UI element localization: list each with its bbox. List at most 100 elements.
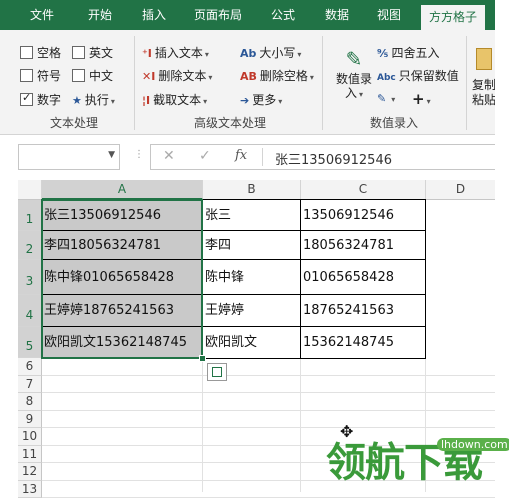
chevron-down-icon: ▾ bbox=[208, 73, 212, 82]
row-header[interactable]: 13 bbox=[18, 481, 42, 498]
chevron-down-icon: ▾ bbox=[359, 90, 363, 99]
insert-function-icon[interactable]: fx bbox=[235, 148, 247, 163]
row-header[interactable]: 7 bbox=[18, 376, 42, 394]
column-header-a[interactable]: A bbox=[42, 180, 203, 200]
checkbox-label: 数字 bbox=[37, 93, 61, 107]
table-cell[interactable]: 18056324781 bbox=[301, 231, 425, 260]
execute-button[interactable]: ★执行▾ bbox=[72, 91, 115, 108]
tab-insert[interactable]: 插入 bbox=[142, 0, 166, 30]
keep-values-button[interactable]: Abc只保留数值 bbox=[377, 67, 459, 84]
checkbox-icon bbox=[20, 69, 33, 82]
checkbox-english[interactable]: 英文 bbox=[72, 44, 113, 61]
table-cell[interactable] bbox=[426, 200, 495, 231]
tab-page-layout[interactable]: 页面布局 bbox=[194, 0, 242, 30]
table-cell[interactable]: 15362148745 bbox=[301, 327, 425, 358]
cell-border bbox=[300, 199, 301, 358]
checkbox-symbol[interactable]: 符号 bbox=[20, 67, 61, 84]
tab-view[interactable]: 视图 bbox=[377, 0, 401, 30]
enter-icon[interactable]: ✓ bbox=[199, 148, 211, 164]
checkbox-number[interactable]: 数字 bbox=[20, 91, 61, 108]
row-header[interactable]: 9 bbox=[18, 411, 42, 429]
quick-analysis-button[interactable] bbox=[207, 363, 227, 381]
table-cell[interactable] bbox=[426, 231, 495, 260]
insert-text-button[interactable]: ⁺I插入文本▾ bbox=[142, 44, 209, 61]
table-cell[interactable]: 18765241563 bbox=[301, 295, 425, 327]
case-button[interactable]: Ab大小写▾ bbox=[240, 44, 301, 61]
clipboard-icon bbox=[476, 48, 492, 70]
cell-border bbox=[42, 326, 202, 327]
fill-handle[interactable] bbox=[199, 355, 206, 362]
row-header[interactable]: 1 bbox=[18, 200, 42, 231]
row-header[interactable]: 6 bbox=[18, 358, 42, 376]
name-box[interactable]: ▼ bbox=[18, 144, 120, 170]
table-cell[interactable]: 张三 bbox=[203, 200, 300, 231]
table-cell[interactable]: 01065658428 bbox=[301, 260, 425, 295]
extract-text-icon: ¦I bbox=[142, 94, 150, 107]
formula-input[interactable]: 张三13506912546 bbox=[275, 149, 392, 168]
tab-file[interactable]: 文件 bbox=[30, 0, 54, 30]
cell-border bbox=[42, 259, 202, 260]
table-cell[interactable]: 欧阳凯文 bbox=[203, 327, 300, 358]
table-cell[interactable]: 王婷婷 bbox=[203, 295, 300, 327]
row-header[interactable]: 4 bbox=[18, 295, 42, 327]
more-button[interactable]: ➔更多▾ bbox=[240, 91, 282, 108]
delete-space-button[interactable]: AB删除空格▾ bbox=[240, 67, 314, 84]
tab-home[interactable]: 开始 bbox=[88, 0, 112, 30]
group-divider bbox=[322, 36, 323, 130]
tab-fangfang-gezi[interactable]: 方方格子 bbox=[421, 5, 485, 30]
chevron-down-icon: ▾ bbox=[310, 73, 314, 82]
row-header[interactable]: 5 bbox=[18, 327, 42, 358]
delete-text-button[interactable]: ✕I删除文本▾ bbox=[142, 67, 212, 84]
gridline bbox=[42, 375, 495, 376]
row-header[interactable]: 2 bbox=[18, 231, 42, 260]
table-cell[interactable]: 李四 bbox=[203, 231, 300, 260]
column-header-c[interactable]: C bbox=[301, 180, 426, 200]
table-cell[interactable]: 李四18056324781 bbox=[42, 231, 202, 260]
round-button[interactable]: ⁹⁄₅四舍五入 bbox=[377, 44, 440, 61]
row-header[interactable]: 12 bbox=[18, 463, 42, 481]
round-label: 四舍五入 bbox=[391, 46, 439, 60]
numeric-entry-label: 数值录入 bbox=[336, 72, 372, 100]
table-cell[interactable]: 王婷婷18765241563 bbox=[42, 295, 202, 327]
checkbox-chinese[interactable]: 中文 bbox=[72, 67, 113, 84]
group-divider bbox=[466, 36, 467, 130]
table-cell[interactable]: 张三13506912546 bbox=[42, 200, 202, 231]
select-all-corner[interactable] bbox=[18, 180, 42, 200]
chevron-down-icon: ▾ bbox=[203, 97, 207, 106]
arrow-right-icon: ➔ bbox=[240, 94, 249, 107]
row-header[interactable]: 11 bbox=[18, 446, 42, 464]
table-cell[interactable]: 13506912546 bbox=[301, 200, 425, 231]
numeric-entry-button[interactable]: ✎ 数值录入▾ bbox=[333, 46, 375, 110]
add-button[interactable]: +▾ bbox=[412, 90, 431, 108]
table-cell[interactable] bbox=[426, 327, 495, 358]
gridline bbox=[42, 410, 495, 411]
divider bbox=[262, 148, 263, 166]
round-icon: ⁹⁄₅ bbox=[377, 47, 388, 60]
insert-text-icon: ⁺I bbox=[142, 47, 152, 60]
chevron-down-icon[interactable]: ▼ bbox=[108, 150, 115, 160]
extract-text-button[interactable]: ¦I截取文本▾ bbox=[142, 91, 207, 108]
extract-text-label: 截取文本 bbox=[153, 93, 201, 107]
tab-formulas[interactable]: 公式 bbox=[271, 0, 295, 30]
table-cell[interactable] bbox=[426, 295, 495, 327]
tab-data[interactable]: 数据 bbox=[325, 0, 349, 30]
table-cell[interactable]: 陈中锋 bbox=[203, 260, 300, 295]
column-header-d[interactable]: D bbox=[426, 180, 495, 200]
chevron-down-icon: ▾ bbox=[297, 50, 301, 59]
ribbon-tab-bar: 文件 开始 插入 页面布局 公式 数据 视图 方方格子 bbox=[0, 0, 495, 30]
edit-dropdown-button[interactable]: ✎▾ bbox=[377, 91, 395, 105]
checkbox-label: 符号 bbox=[37, 69, 61, 83]
column-header-b[interactable]: B bbox=[203, 180, 301, 200]
row-header[interactable]: 3 bbox=[18, 260, 42, 295]
group-label-numeric-entry: 数值录入 bbox=[370, 114, 418, 131]
cancel-icon[interactable]: ✕ bbox=[163, 148, 175, 164]
row-header[interactable]: 10 bbox=[18, 428, 42, 446]
checkbox-space[interactable]: 空格 bbox=[20, 44, 61, 61]
table-cell[interactable] bbox=[426, 260, 495, 295]
row-header[interactable]: 8 bbox=[18, 393, 42, 411]
group-divider bbox=[134, 36, 135, 130]
copy-paste-button[interactable]: 复制粘贴 bbox=[472, 48, 496, 108]
table-cell[interactable]: 欧阳凯文15362148745 bbox=[42, 327, 202, 358]
checkbox-label: 英文 bbox=[89, 46, 113, 60]
table-cell[interactable]: 陈中锋01065658428 bbox=[42, 260, 202, 295]
